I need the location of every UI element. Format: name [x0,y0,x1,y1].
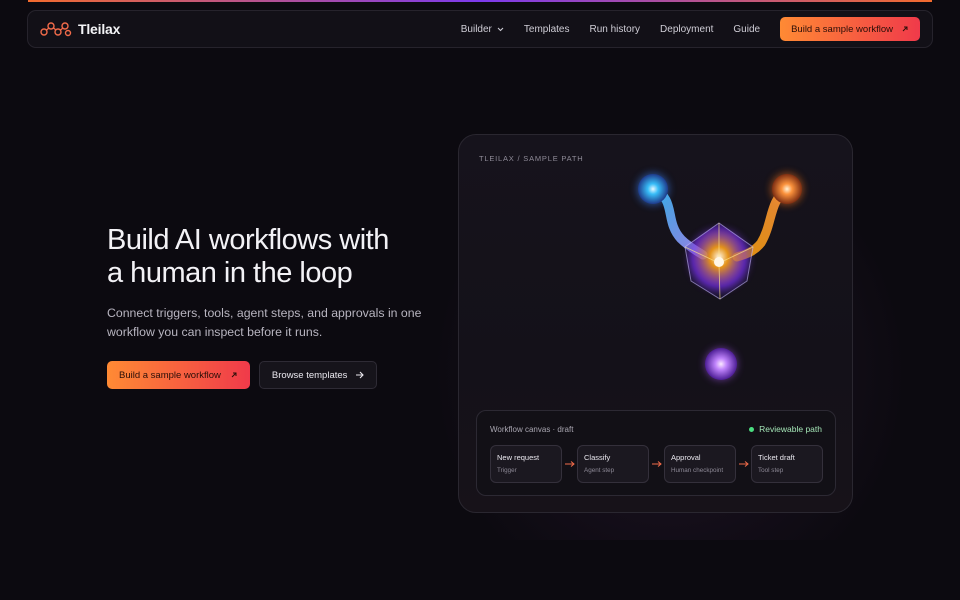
build-sample-workflow-button[interactable]: Build a sample workflow [107,361,250,389]
nav-item-templates[interactable]: Templates [524,24,570,35]
button-label: Browse templates [271,369,348,381]
nav-item-label: Guide [733,23,761,35]
nav-links: Builder Templates Run history Deployment… [461,17,920,41]
workflow-step[interactable]: Approval Human checkpoint [664,445,736,483]
canvas-title: Workflow canvas · draft [490,425,574,434]
nav-item-label: Templates [523,23,570,35]
glowing-node-illustration [637,173,803,380]
hero-title-line: Build AI workflows with [107,224,389,256]
hero-subtitle: Connect triggers, tools, agent steps, an… [107,304,437,342]
step-title: Approval [671,453,701,462]
status-dot-icon [749,426,755,432]
nav-item-deployment[interactable]: Deployment [660,24,713,35]
logo-icon [40,22,72,37]
workflow-step[interactable]: Classify Agent step [577,445,649,483]
step-title: Ticket draft [758,453,795,462]
hero-actions: Build a sample workflow Browse templates [107,361,437,389]
step-subtitle: Trigger [497,467,517,474]
accent-top-line [28,0,932,2]
hero-subtitle-line: Connect triggers, tools, agent steps, an… [107,306,422,320]
nav-item-run-history[interactable]: Run history [589,24,640,35]
step-subtitle: Agent step [584,467,615,474]
nav-item-label: Deployment [660,23,714,35]
workflow-step[interactable]: New request Trigger [490,445,562,483]
nav-item-builder[interactable]: Builder [461,24,504,35]
brand[interactable]: Tleilax [40,20,120,38]
brand-name: Tleilax [78,21,121,37]
status-label: Reviewable path [759,424,822,434]
nav-item-label: Builder [460,23,492,35]
arrow-right-icon [652,461,662,467]
chevron-down-icon [497,27,504,31]
card-eyebrow: TLEILAX / SAMPLE PATH [479,154,584,163]
arrow-right-icon [565,461,575,467]
hero-title: Build AI workflows with a human in the l… [107,224,437,290]
step-title: Classify [584,453,611,462]
workflow-canvas: Workflow canvas · draft Reviewable path … [476,410,836,496]
nav-cta-label: Build a sample workflow [791,23,893,35]
step-subtitle: Tool step [758,467,784,474]
hero-section: Build AI workflows with a human in the l… [107,224,437,389]
browse-templates-button[interactable]: Browse templates [258,361,378,389]
top-navbar: Tleilax Builder Templates Run history De… [27,10,933,48]
status-badge: Reviewable path [749,424,822,434]
hero-title-line: a human in the loop [107,257,353,289]
workflow-step[interactable]: Ticket draft Tool step [751,445,823,483]
arrow-right-icon [739,461,749,467]
sample-path-card: TLEILAX / SAMPLE PATH Workflow canvas · … [458,134,853,513]
nav-cta-button[interactable]: Build a sample workflow [780,17,920,41]
nav-item-guide[interactable]: Guide [733,24,760,35]
arrow-right-icon [356,371,365,379]
button-label: Build a sample workflow [119,369,221,381]
arrow-up-right-icon [902,26,908,32]
step-title: New request [497,453,540,462]
arrow-up-right-icon [231,372,237,378]
hero-subtitle-line: workflow you can inspect before it runs. [107,325,323,339]
step-subtitle: Human checkpoint [671,467,724,474]
nav-item-label: Run history [589,23,641,35]
